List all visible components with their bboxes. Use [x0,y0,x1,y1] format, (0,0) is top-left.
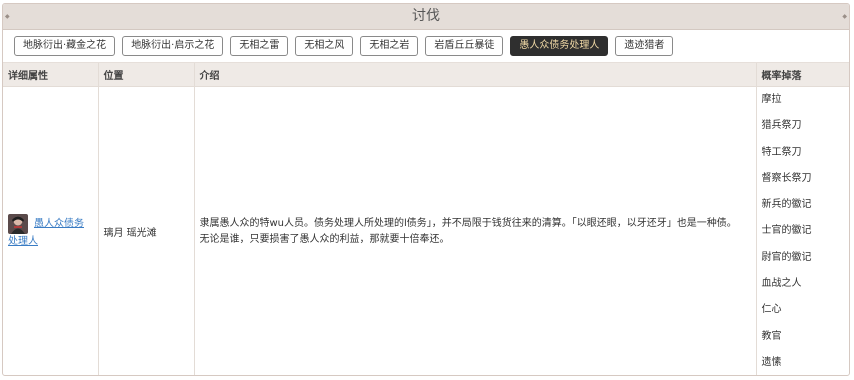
table-row: 愚人众债务处理人 璃月 瑶光滩 隶属愚人众的特wu人员。债务处理人所处理的l债务… [3,86,849,376]
drop-item: 教官 [761,330,782,342]
corner-left-icon: ◆ [5,13,10,20]
drops-list: 摩拉 猎兵祭刀 特工祭刀 督察长祭刀 新兵的徽记 士官的徽记 尉官的徽记 血战之… [761,87,845,375]
table-header-row: 详细属性 位置 介绍 概率掉落 [3,63,849,87]
enemy-description: 隶属愚人众的特wu人员。债务处理人所处理的l债务」，并不局限于钱货往来的清算。「… [199,217,737,245]
enemy-table: 详细属性 位置 介绍 概率掉落 愚人众债务处理人 璃月 瑶光滩 隶属愚人众的特w… [3,63,849,376]
hunt-panel: ◆ 讨伐 ◆ 地脉衍出·藏金之花 地脉衍出·启示之花 无相之雷 无相之风 无相之… [2,3,850,376]
tab-rock-shieldwall-mitachurl[interactable]: 岩盾丘丘暴徒 [425,36,504,56]
tab-leyline-wealth[interactable]: 地脉衍出·藏金之花 [14,36,116,56]
panel-title-bar: ◆ 讨伐 ◆ [3,4,849,30]
location-cell: 璃月 瑶光滩 [98,86,195,375]
drop-item: 血战之人 [761,278,802,290]
tab-fatui-debt-collector[interactable]: 愚人众债务处理人 [510,36,609,56]
enemy-tabs: 地脉衍出·藏金之花 地脉衍出·启示之花 无相之雷 无相之风 无相之岩 岩盾丘丘暴… [3,30,849,63]
drop-item: 摩拉 [761,94,782,105]
drop-item: 猎兵祭刀 [761,120,802,132]
drop-item: 遗愫 [761,356,782,368]
drop-item: 新兵的徽记 [761,199,812,211]
header-drops: 概率掉落 [756,63,849,87]
tab-leyline-revelation[interactable]: 地脉衍出·启示之花 [122,36,224,56]
description-cell: 隶属愚人众的特wu人员。债务处理人所处理的l债务」，并不局限于钱货往来的清算。「… [194,86,757,375]
corner-right-icon: ◆ [842,13,847,20]
drop-item: 士官的徽记 [761,225,812,237]
drop-item: 仁心 [761,304,782,316]
tab-geo-hypostasis[interactable]: 无相之岩 [360,36,419,56]
tab-ruin-hunter[interactable]: 遗迹猎者 [615,36,674,56]
tab-anemo-hypostasis[interactable]: 无相之风 [295,36,354,56]
tab-electro-hypostasis[interactable]: 无相之雷 [230,36,289,56]
drop-item: 特工祭刀 [761,146,802,158]
header-location: 位置 [98,63,195,87]
enemy-avatar-icon [8,213,28,234]
enemy-cell: 愚人众债务处理人 [3,86,99,375]
drop-item: 督察长祭刀 [761,172,812,184]
header-attributes: 详细属性 [3,63,99,87]
panel-title: 讨伐 [412,8,440,24]
drop-item: 尉官的徽记 [761,251,812,263]
drops-cell: 摩拉 猎兵祭刀 特工祭刀 督察长祭刀 新兵的徽记 士官的徽记 尉官的徽记 血战之… [756,87,849,376]
header-description: 介绍 [194,63,757,87]
